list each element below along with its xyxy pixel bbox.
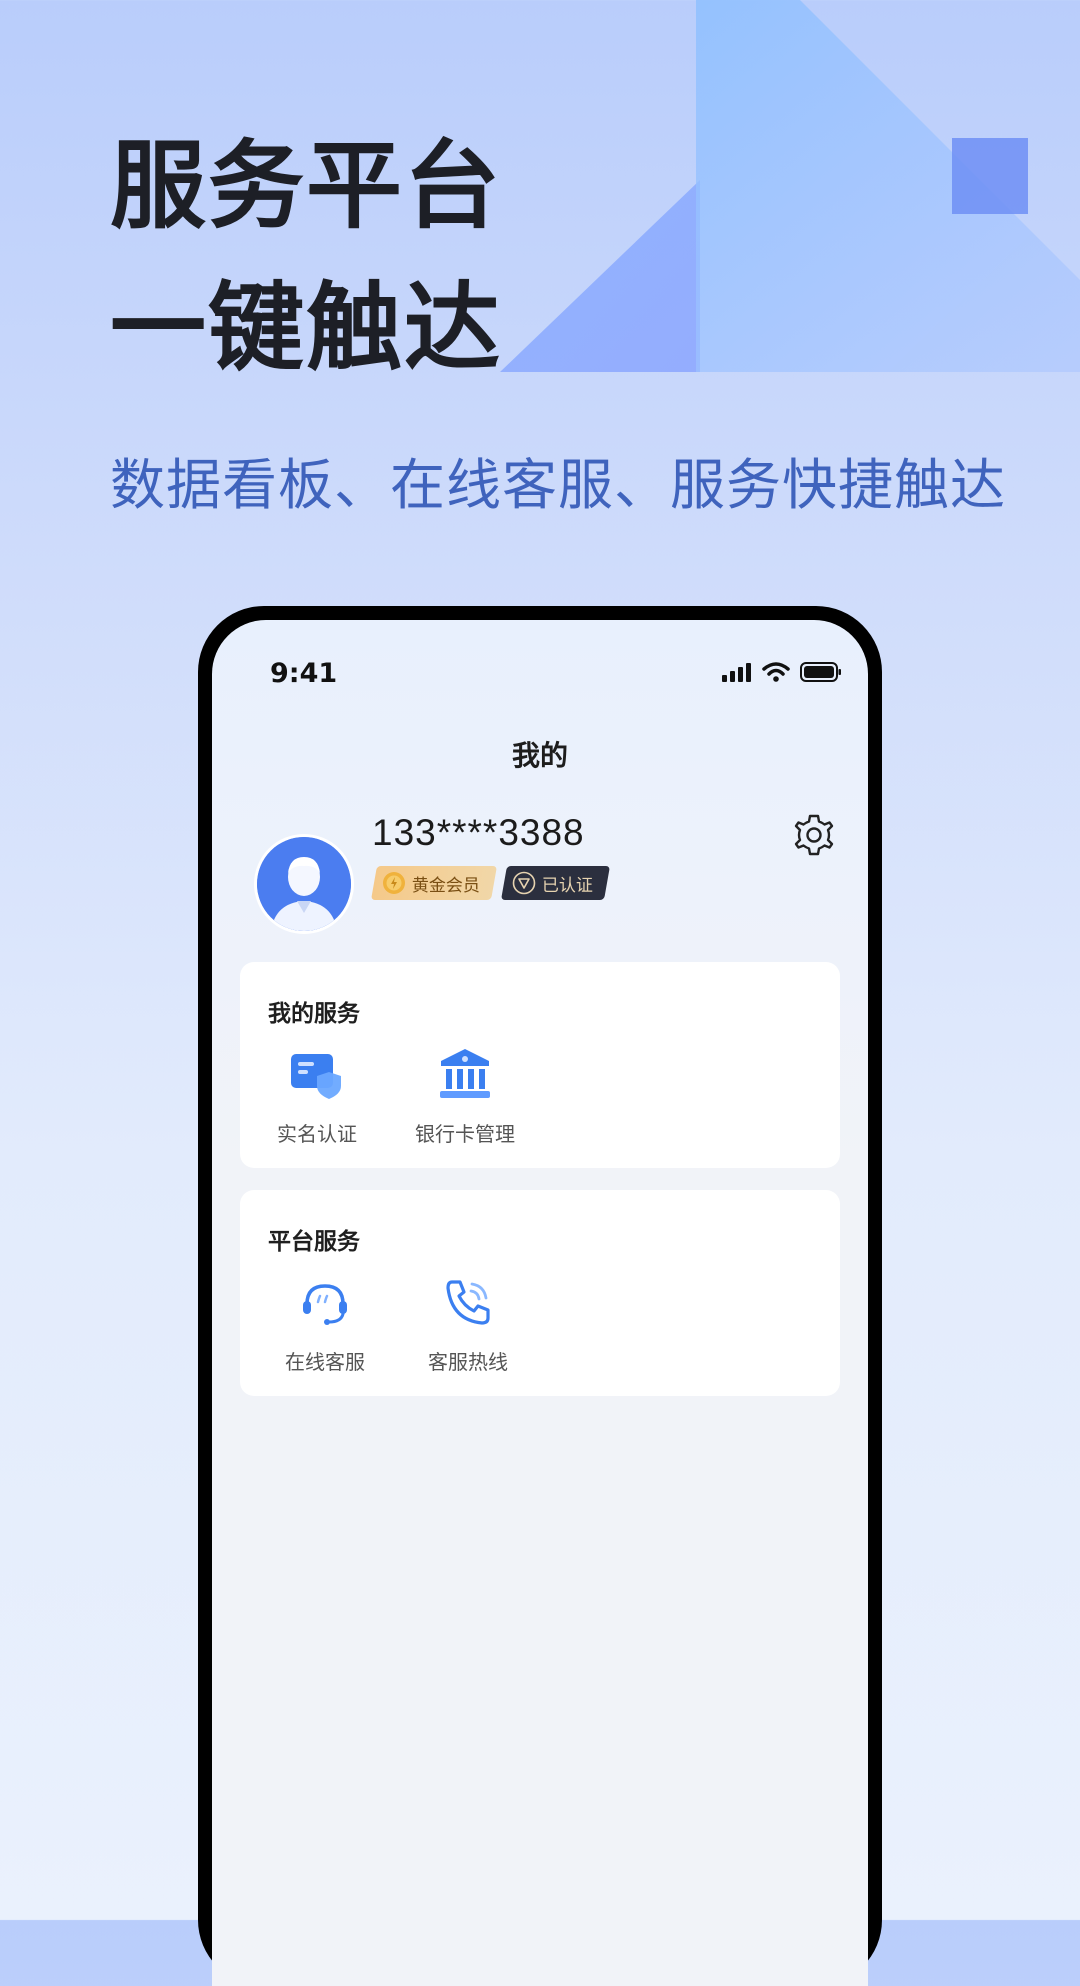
page-title: 我的 xyxy=(511,739,568,772)
headset-chat-icon xyxy=(303,1284,347,1325)
service-label: 客服热线 xyxy=(428,1350,508,1374)
headline-line-2: 一键触达 xyxy=(110,272,502,384)
phone-call-icon xyxy=(446,1280,490,1325)
member-badge[interactable]: 黄金会员 xyxy=(371,866,497,900)
user-phone-number: 133****3388 xyxy=(372,812,585,853)
my-services-card: 我的服务 实名认证 银行卡管理 xyxy=(240,962,840,1168)
service-label: 在线客服 xyxy=(285,1350,365,1374)
phone-frame: 9:41 我的 133****3388 黄金会员 已认证 我的服务 实名认证 银… xyxy=(198,606,882,1986)
profile-badges: 黄金会员 已认证 xyxy=(371,866,610,900)
phone-screen: 9:41 我的 133****3388 黄金会员 已认证 我的服务 实名认证 银… xyxy=(212,620,868,1986)
verified-shield-icon xyxy=(512,871,536,895)
signal-icon xyxy=(722,663,751,682)
promo-subtitle: 数据看板、在线客服、服务快捷触达 xyxy=(110,453,1007,517)
gold-coin-icon xyxy=(383,872,405,894)
service-real-name-auth[interactable]: 实名认证 xyxy=(252,1046,382,1147)
settings-gear-icon[interactable] xyxy=(792,813,836,857)
verified-badge-label: 已认证 xyxy=(542,875,593,896)
my-services-title: 我的服务 xyxy=(268,1001,360,1027)
service-support-hotline[interactable]: 客服热线 xyxy=(403,1274,533,1375)
service-bank-card-manage[interactable]: 银行卡管理 xyxy=(400,1046,530,1147)
service-online-support[interactable]: 在线客服 xyxy=(260,1274,390,1375)
status-bar: 9:41 xyxy=(212,658,868,698)
platform-services-card: 平台服务 在线客服 客服热线 xyxy=(240,1190,840,1396)
wifi-icon xyxy=(762,662,790,682)
service-label: 银行卡管理 xyxy=(415,1122,515,1146)
user-avatar-icon xyxy=(257,837,351,931)
avatar[interactable] xyxy=(254,834,354,934)
status-icons xyxy=(722,662,842,682)
id-card-shield-icon xyxy=(291,1054,341,1099)
headline-line-1: 服务平台 xyxy=(110,130,502,242)
status-time: 9:41 xyxy=(270,658,338,689)
service-label: 实名认证 xyxy=(277,1122,357,1146)
member-badge-label: 黄金会员 xyxy=(412,875,480,896)
bank-icon xyxy=(440,1049,490,1098)
platform-services-title: 平台服务 xyxy=(268,1229,360,1255)
verified-badge[interactable]: 已认证 xyxy=(501,866,610,900)
battery-icon xyxy=(800,662,841,682)
